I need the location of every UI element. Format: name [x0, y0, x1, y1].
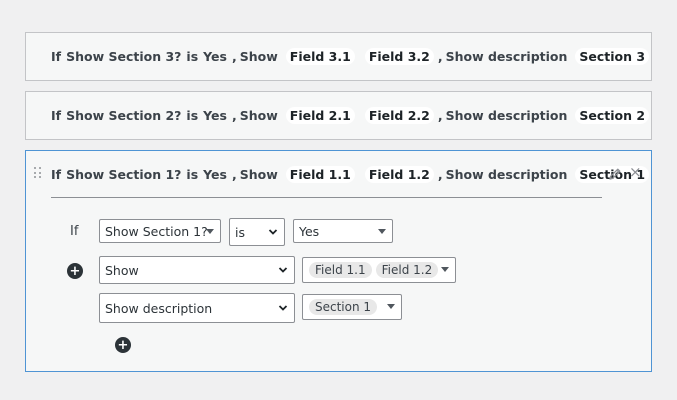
summary-operator: is	[186, 49, 199, 64]
summary-condition-field: Show Section 1?	[66, 167, 182, 182]
summary-section-chip: Section 2	[575, 107, 650, 124]
summary-value: Yes	[203, 167, 227, 182]
summary-action: Show description	[445, 108, 568, 123]
summary-separator: ,	[437, 108, 443, 123]
summary-section-chip: Section 3	[575, 48, 650, 65]
caret-down-icon	[441, 267, 449, 272]
summary-if: If	[51, 49, 62, 64]
summary-separator: ,	[437, 167, 443, 182]
summary-separator: ,	[231, 108, 237, 123]
rule-summary: If Show Section 2? is Yes , Show Field 2…	[51, 92, 657, 139]
action-value: Show	[105, 262, 139, 278]
summary-action: Show description	[445, 49, 568, 64]
summary-condition-field: Show Section 2?	[66, 108, 182, 123]
summary-action: Show	[239, 108, 278, 123]
summary-value: Yes	[203, 108, 227, 123]
summary-action: Show description	[445, 167, 568, 182]
condition-if-label: If	[70, 224, 79, 239]
summary-separator: ,	[437, 49, 443, 64]
chevron-down-icon	[268, 229, 278, 235]
drag-handle-icon[interactable]	[34, 167, 42, 179]
rule-summary[interactable]: If Show Section 1? is Yes , Show Field 1…	[51, 151, 657, 198]
rule-section-2[interactable]: If Show Section 2? is Yes , Show Field 2…	[25, 91, 652, 140]
caret-down-icon	[206, 229, 214, 234]
add-action-icon[interactable]: +	[115, 337, 131, 353]
rule-section-1: If Show Section 1? is Yes , Show Field 1…	[25, 150, 652, 372]
summary-field-chip: Field 3.1	[285, 48, 355, 65]
summary-if: If	[51, 108, 62, 123]
summary-field-chip: Field 2.1	[285, 107, 355, 124]
summary-divider	[51, 197, 602, 198]
close-icon[interactable]: ×	[629, 164, 642, 180]
rule-section-3[interactable]: If Show Section 3? is Yes , Show Field 3…	[25, 32, 652, 81]
target-pill[interactable]: Field 1.1	[309, 262, 372, 278]
summary-separator: ,	[231, 167, 237, 182]
summary-action: Show	[239, 49, 278, 64]
target-pill[interactable]: Section 1	[309, 299, 378, 315]
summary-operator: is	[186, 108, 199, 123]
summary-separator: ,	[231, 49, 237, 64]
add-action-icon[interactable]: +	[67, 263, 83, 279]
chevron-down-icon	[278, 267, 288, 273]
summary-value: Yes	[203, 49, 227, 64]
pencil-icon[interactable]	[607, 166, 623, 182]
action-select-1[interactable]: Show	[99, 256, 295, 284]
summary-field-chip: Field 3.2	[364, 48, 434, 65]
condition-field-value: Show Section 1?	[105, 223, 208, 239]
condition-field-select[interactable]: Show Section 1?	[99, 219, 221, 243]
summary-field-chip: Field 1.2	[364, 166, 434, 183]
summary-field-chip: Field 2.2	[364, 107, 434, 124]
operator-select[interactable]: is	[229, 218, 285, 246]
condition-value-select[interactable]: Yes	[293, 219, 393, 243]
summary-action: Show	[239, 167, 278, 182]
summary-operator: is	[186, 167, 199, 182]
summary-field-chip: Field 1.1	[285, 166, 355, 183]
summary-condition-field: Show Section 3?	[66, 49, 182, 64]
target-pill[interactable]: Field 1.2	[375, 262, 439, 278]
summary-if: If	[51, 167, 62, 182]
action-value: Show description	[105, 300, 213, 316]
rule-summary: If Show Section 3? is Yes , Show Field 3…	[51, 33, 657, 80]
action-targets-select-1[interactable]: Field 1.1 Field 1.2	[302, 257, 456, 283]
caret-down-icon	[378, 229, 386, 234]
operator-value: is	[235, 224, 245, 240]
action-select-2[interactable]: Show description	[99, 293, 295, 323]
action-targets-select-2[interactable]: Section 1	[302, 294, 402, 320]
condition-value: Yes	[299, 223, 320, 239]
chevron-down-icon	[278, 305, 288, 311]
caret-down-icon	[387, 304, 395, 309]
